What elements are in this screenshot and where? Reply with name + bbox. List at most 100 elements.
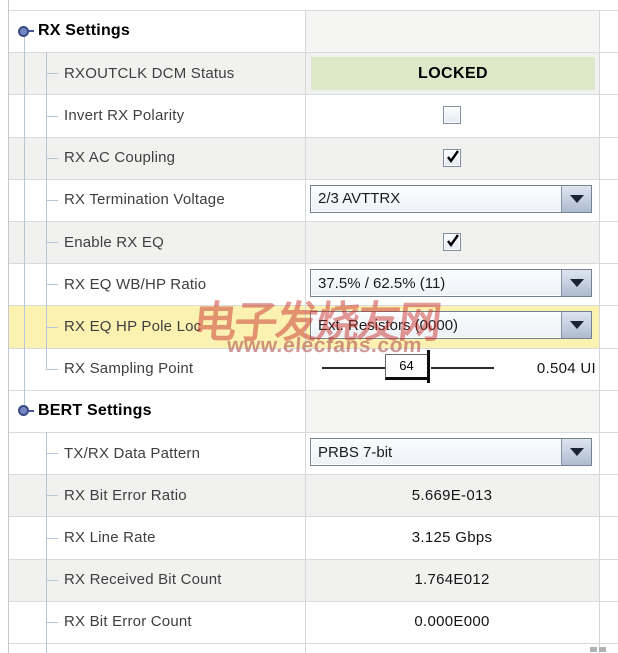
dropdown-arrow-button[interactable] [561, 270, 591, 296]
chevron-down-icon [570, 321, 584, 329]
settings-row-rx-ac-coupling[interactable]: RX AC Coupling [9, 137, 599, 179]
value-cell: 3.125 Gbps [305, 516, 599, 558]
row-separator [8, 305, 618, 306]
value-cell: 1.764E012 [305, 559, 599, 601]
column-divider [599, 10, 600, 653]
row-label: RX Sampling Point [64, 348, 193, 390]
row-separator [8, 559, 618, 560]
tree-connector [28, 30, 34, 32]
row-separator [8, 601, 618, 602]
value-cell: 5.669E-013 [305, 474, 599, 516]
dropdown-value: 2/3 AVTTRX [311, 186, 561, 212]
row-separator [8, 263, 618, 264]
settings-panel: RX SettingsRXOUTCLK DCM Status LOCKED Inve… [0, 0, 618, 653]
dropdown-arrow-button[interactable] [561, 439, 591, 465]
row-label: RXOUTCLK DCM Status [64, 52, 235, 94]
dropdown[interactable]: PRBS 7-bit [310, 438, 592, 466]
value-cell: PRBS 7-bit [305, 432, 599, 474]
row-label: RX Line Rate [64, 516, 156, 558]
dropdown[interactable]: 2/3 AVTTRX [310, 185, 592, 213]
row-separator [8, 432, 618, 433]
row-separator [8, 516, 618, 517]
value-cell: 0.000E000 [305, 601, 599, 643]
dropdown-value: 37.5% / 62.5% (11) [311, 270, 561, 296]
row-label: RX Received Bit Count [64, 559, 222, 601]
slider-thumb[interactable]: 64 [385, 354, 428, 380]
row-separator [8, 94, 618, 95]
slider-track [431, 367, 494, 369]
tree-connector [46, 580, 58, 581]
row-separator [8, 474, 618, 475]
settings-row-enable-rx-eq[interactable]: Enable RX EQ [9, 221, 599, 263]
settings-row-tx-rx-data-pattern[interactable]: TX/RX Data PatternPRBS 7-bit [9, 432, 599, 474]
section-value-cell [305, 10, 599, 52]
row-separator [8, 137, 618, 138]
dropdown[interactable]: 37.5% / 62.5% (11) [310, 269, 592, 297]
checkbox-unchecked[interactable] [443, 106, 461, 124]
row-separator [8, 390, 618, 391]
settings-row-rx-termination-voltage[interactable]: RX Termination Voltage 2/3 AVTTRX [9, 179, 599, 221]
slider-thumb-bar[interactable] [427, 350, 430, 383]
row-label: RX EQ HP Pole Loc [64, 305, 201, 347]
dropdown-arrow-button[interactable] [561, 186, 591, 212]
settings-row-rx-sampling-point[interactable]: RX Sampling Point 64 0.504 UI [9, 348, 599, 390]
status-badge: LOCKED [311, 57, 595, 90]
tree-connector [46, 284, 58, 285]
settings-row-rx-eq-hp-pole-loc[interactable]: RX EQ HP Pole Loc Ext. Resistors (0000) [9, 305, 599, 347]
value-cell: Ext. Resistors (0000) [305, 305, 599, 347]
tree-connector [46, 622, 58, 623]
settings-row-rxoutclk-dcm-status[interactable]: RXOUTCLK DCM Status LOCKED [9, 52, 599, 94]
tree-connector [46, 538, 58, 539]
scroll-corner-mark [599, 647, 606, 652]
row-separator [8, 10, 618, 11]
dropdown-arrow-button[interactable] [561, 312, 591, 338]
row-label: RX Bit Error Count [64, 601, 192, 643]
tree-connector [24, 37, 25, 405]
row-label: RX Bit Error Ratio [64, 474, 187, 516]
settings-row-invert-rx-polarity[interactable]: Invert RX Polarity [9, 94, 599, 136]
section-row-bert-settings[interactable]: BERT Settings [9, 390, 599, 432]
tree-connector [28, 410, 34, 412]
section-row-rx-settings[interactable]: RX Settings [9, 10, 599, 52]
row-label: Invert RX Polarity [64, 94, 184, 136]
section-title: RX Settings [38, 10, 130, 52]
value-text: 5.669E-013 [305, 474, 599, 516]
row-separator [8, 221, 618, 222]
dropdown-value: PRBS 7-bit [311, 439, 561, 465]
section-title: BERT Settings [38, 390, 152, 432]
value-cell [305, 137, 599, 179]
row-label: RX Termination Voltage [64, 179, 225, 221]
tree-connector [46, 116, 58, 117]
row-label: Enable RX EQ [64, 221, 164, 263]
value-cell: 64 0.504 UI [305, 348, 599, 390]
tree-connector [46, 52, 47, 369]
dropdown-value: Ext. Resistors (0000) [311, 312, 561, 338]
settings-row-rx-eq-wb-hp-ratio[interactable]: RX EQ WB/HP Ratio 37.5% / 62.5% (11) [9, 263, 599, 305]
settings-row-rx-received-bit-count[interactable]: RX Received Bit Count 1.764E012 [9, 559, 599, 601]
value-cell [305, 221, 599, 263]
checkbox-checked[interactable] [443, 233, 461, 251]
slider-track [322, 367, 385, 369]
slider-readout: 0.504 UI [537, 348, 596, 390]
value-text: 1.764E012 [305, 559, 599, 601]
tree-connector [46, 432, 47, 653]
value-cell: 2/3 AVTTRX [305, 179, 599, 221]
dropdown[interactable]: Ext. Resistors (0000) [310, 311, 592, 339]
settings-row-rx-line-rate[interactable]: RX Line Rate 3.125 Gbps [9, 516, 599, 558]
row-label: RX AC Coupling [64, 137, 175, 179]
chevron-down-icon [570, 195, 584, 203]
settings-row-rx-bit-error-count[interactable]: RX Bit Error Count 0.000E000 [9, 601, 599, 643]
value-text: 3.125 Gbps [305, 516, 599, 558]
row-label: RX EQ WB/HP Ratio [64, 263, 206, 305]
tree-connector [46, 495, 58, 496]
row-separator [8, 643, 618, 644]
checkbox-checked[interactable] [443, 149, 461, 167]
tree-connector [46, 369, 58, 370]
tree-connector [46, 242, 58, 243]
row-separator [8, 179, 618, 180]
tree-connector [46, 327, 58, 328]
settings-row-rx-bit-error-ratio[interactable]: RX Bit Error Ratio 5.669E-013 [9, 474, 599, 516]
section-value-cell [305, 390, 599, 432]
value-text: 0.000E000 [305, 601, 599, 643]
tree-connector [46, 200, 58, 201]
